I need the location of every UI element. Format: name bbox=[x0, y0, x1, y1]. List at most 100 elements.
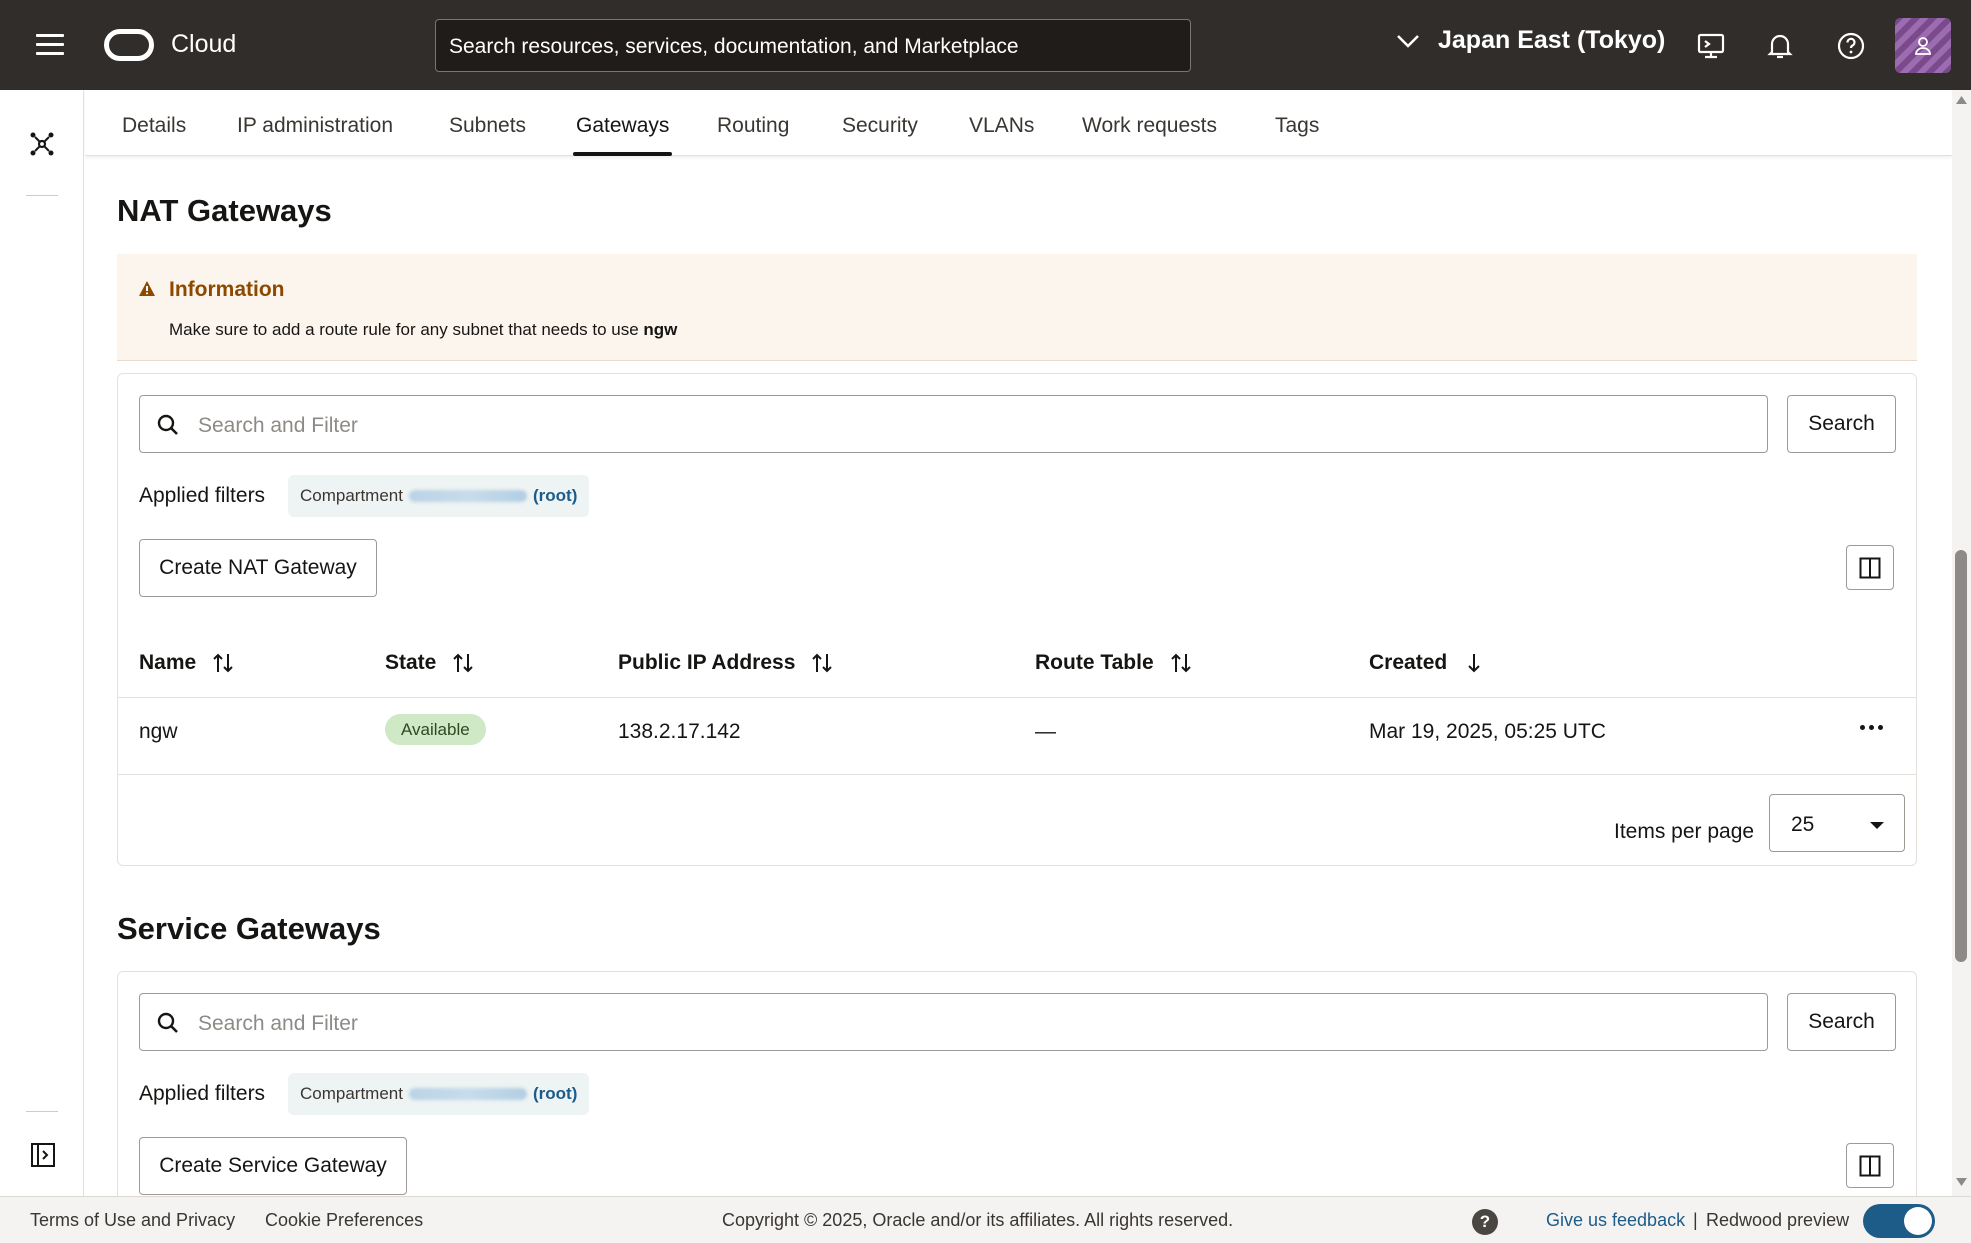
chip-root: (root) bbox=[532, 486, 578, 505]
sort-descending-icon[interactable] bbox=[1463, 652, 1485, 674]
redwood-preview-toggle[interactable] bbox=[1863, 1204, 1935, 1238]
column-created[interactable]: Created bbox=[1369, 651, 1485, 675]
row-created: Mar 19, 2025, 05:25 UTC bbox=[1369, 720, 1606, 743]
row-route-table: — bbox=[1035, 720, 1056, 743]
copyright-text: Copyright © 2025, Oracle and/or its affi… bbox=[722, 1210, 1234, 1230]
tab-security[interactable]: Security bbox=[842, 114, 918, 156]
menu-icon[interactable] bbox=[36, 34, 64, 56]
columns-icon bbox=[1859, 1155, 1881, 1176]
top-bar: Cloud Search resources, services, docume… bbox=[0, 0, 1971, 90]
nat-search-button[interactable]: Search bbox=[1787, 395, 1896, 453]
row-actions-menu[interactable] bbox=[1860, 725, 1883, 730]
chip-root: (root) bbox=[532, 1084, 578, 1103]
network-icon[interactable] bbox=[28, 130, 56, 158]
service-search-button[interactable]: Search bbox=[1787, 993, 1896, 1051]
page-scrollbar[interactable] bbox=[1952, 90, 1971, 1196]
sort-icon[interactable] bbox=[212, 652, 234, 674]
nat-columns-button[interactable] bbox=[1846, 545, 1894, 590]
search-icon bbox=[157, 1012, 178, 1033]
service-columns-button[interactable] bbox=[1846, 1143, 1894, 1188]
nat-search-placeholder: Search and Filter bbox=[198, 414, 358, 437]
tab-details[interactable]: Details bbox=[122, 114, 186, 156]
tab-subnets[interactable]: Subnets bbox=[449, 114, 526, 156]
nat-gateways-heading: NAT Gateways bbox=[117, 193, 332, 228]
service-applied-filters-label: Applied filters bbox=[139, 1082, 266, 1105]
service-compartment-filter-chip[interactable]: Compartment (root) bbox=[288, 1073, 590, 1115]
left-rail bbox=[0, 90, 84, 1196]
search-icon bbox=[157, 414, 178, 435]
redwood-preview-label: Redwood preview bbox=[1706, 1210, 1850, 1230]
items-per-page-select[interactable]: 25 bbox=[1769, 794, 1905, 852]
nat-gateways-panel: Search and Filter Search Applied filters… bbox=[117, 373, 1917, 866]
column-route-table-label: Route Table bbox=[1035, 651, 1154, 674]
column-state[interactable]: State bbox=[385, 651, 474, 675]
column-public-ip-label: Public IP Address bbox=[618, 651, 796, 674]
chevron-down-icon bbox=[1397, 34, 1419, 48]
info-gateway-name: ngw bbox=[643, 320, 678, 339]
column-created-label: Created bbox=[1369, 651, 1448, 674]
create-nat-gateway-button[interactable]: Create NAT Gateway bbox=[139, 539, 377, 597]
tab-ip-administration[interactable]: IP administration bbox=[237, 114, 393, 156]
service-search-input[interactable]: Search and Filter bbox=[139, 993, 1768, 1051]
sort-icon[interactable] bbox=[452, 652, 474, 674]
tab-tags[interactable]: Tags bbox=[1275, 114, 1319, 156]
user-icon bbox=[1915, 36, 1931, 55]
chip-label: Compartment bbox=[300, 486, 403, 505]
help-circle-icon[interactable]: ? bbox=[1472, 1209, 1498, 1235]
info-banner: Information Make sure to add a route rul… bbox=[117, 254, 1917, 361]
service-search-placeholder: Search and Filter bbox=[198, 1012, 358, 1035]
row-public-ip: 138.2.17.142 bbox=[618, 720, 741, 743]
terms-link[interactable]: Terms of Use and Privacy bbox=[30, 1210, 235, 1231]
user-avatar[interactable] bbox=[1895, 18, 1951, 73]
detail-tabs: Details IP administration Subnets Gatewa… bbox=[85, 90, 1952, 156]
footer-separator: | bbox=[1693, 1210, 1698, 1230]
items-per-page-value: 25 bbox=[1791, 813, 1815, 836]
expand-panel-icon[interactable] bbox=[30, 1142, 56, 1168]
table-divider bbox=[118, 774, 1916, 775]
page-footer: Terms of Use and Privacy Cookie Preferen… bbox=[0, 1196, 1971, 1243]
column-name-label: Name bbox=[139, 651, 197, 674]
caret-down-icon bbox=[1870, 822, 1884, 829]
chip-label: Compartment bbox=[300, 1084, 403, 1103]
tab-vlans[interactable]: VLANs bbox=[969, 114, 1034, 156]
compartment-name-redacted bbox=[408, 490, 527, 502]
cloud-shell-icon[interactable] bbox=[1695, 30, 1727, 62]
info-title: Information bbox=[169, 278, 285, 301]
compartment-name-redacted bbox=[408, 1088, 527, 1100]
column-public-ip[interactable]: Public IP Address bbox=[618, 651, 833, 675]
column-state-label: State bbox=[385, 651, 437, 674]
tab-gateways[interactable]: Gateways bbox=[572, 114, 673, 156]
info-message: Make sure to add a route rule for any su… bbox=[169, 320, 677, 340]
column-name[interactable]: Name bbox=[139, 651, 234, 675]
feedback-link[interactable]: Give us feedback bbox=[1546, 1210, 1685, 1231]
table-divider bbox=[118, 697, 1916, 698]
service-gateways-panel: Search and Filter Search Applied filters… bbox=[117, 971, 1917, 1211]
warning-icon bbox=[139, 281, 155, 296]
columns-icon bbox=[1859, 557, 1881, 578]
scroll-down-icon[interactable] bbox=[1956, 1178, 1967, 1186]
help-icon[interactable] bbox=[1835, 30, 1867, 62]
region-selector[interactable]: Japan East (Tokyo) bbox=[1396, 26, 1665, 55]
items-per-page-label: Items per page bbox=[1614, 820, 1755, 843]
oracle-logo[interactable] bbox=[104, 29, 154, 61]
column-route-table[interactable]: Route Table bbox=[1035, 651, 1192, 675]
global-search-input[interactable]: Search resources, services, documentatio… bbox=[435, 19, 1191, 72]
cookie-preferences-link[interactable]: Cookie Preferences bbox=[265, 1210, 423, 1231]
create-service-gateway-button[interactable]: Create Service Gateway bbox=[139, 1137, 407, 1195]
info-message-text: Make sure to add a route rule for any su… bbox=[169, 320, 644, 339]
tab-routing[interactable]: Routing bbox=[717, 114, 789, 156]
nat-compartment-filter-chip[interactable]: Compartment (root) bbox=[288, 475, 590, 517]
sort-icon[interactable] bbox=[1170, 652, 1192, 674]
tab-work-requests[interactable]: Work requests bbox=[1082, 114, 1217, 156]
bell-icon[interactable] bbox=[1764, 30, 1796, 62]
region-label: Japan East (Tokyo) bbox=[1438, 26, 1666, 54]
scrollbar-thumb[interactable] bbox=[1955, 550, 1967, 962]
brand-name[interactable]: Cloud bbox=[171, 30, 236, 59]
row-name[interactable]: ngw bbox=[139, 720, 178, 744]
sort-icon[interactable] bbox=[811, 652, 833, 674]
service-gateways-heading: Service Gateways bbox=[117, 911, 381, 946]
nat-search-input[interactable]: Search and Filter bbox=[139, 395, 1768, 453]
rail-divider bbox=[26, 1111, 58, 1112]
scroll-up-icon[interactable] bbox=[1956, 96, 1967, 104]
rail-divider bbox=[26, 195, 58, 196]
